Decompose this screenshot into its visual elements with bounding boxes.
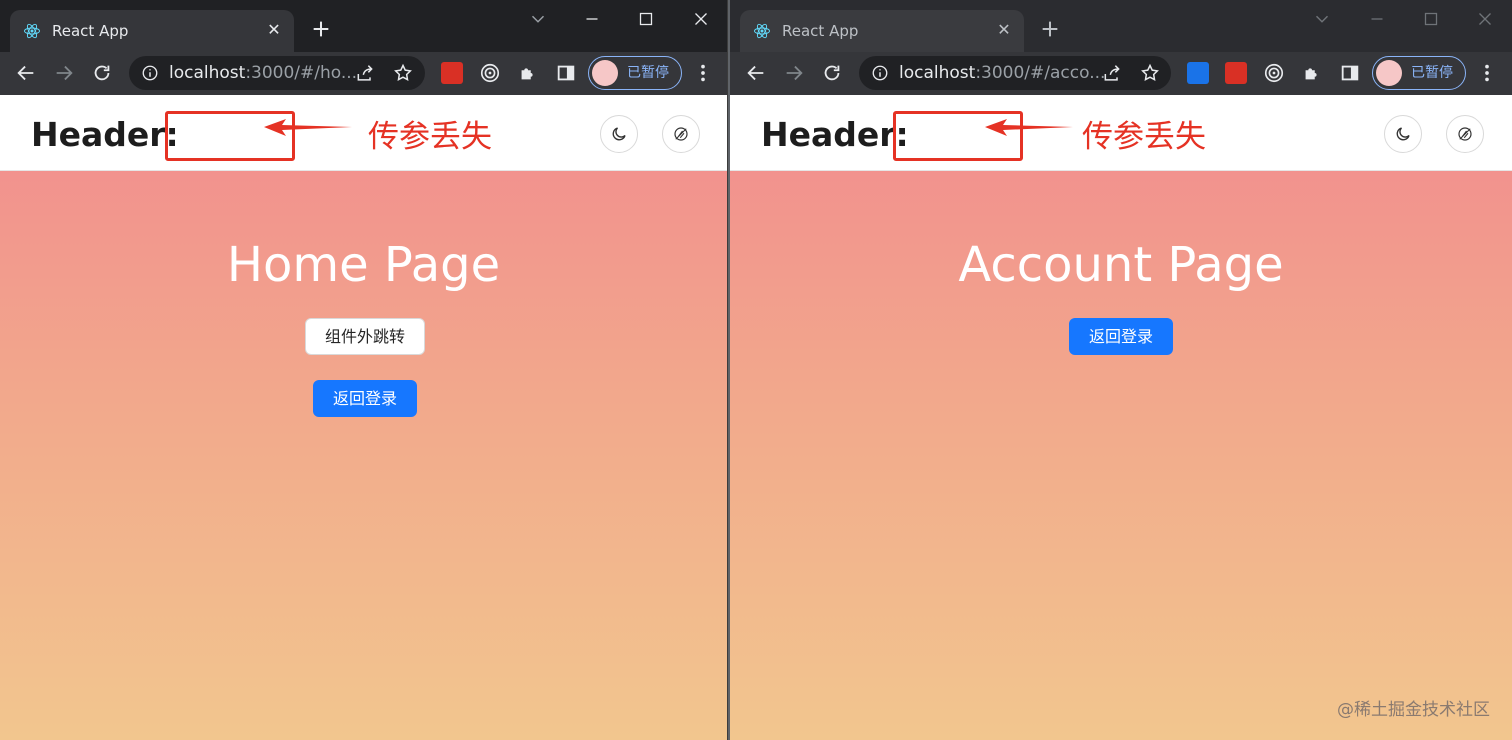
react-logo-icon bbox=[754, 23, 770, 39]
site-info-icon[interactable] bbox=[871, 64, 889, 82]
more-menu-icon[interactable] bbox=[1476, 62, 1498, 84]
annotation-arrow-icon bbox=[985, 119, 1073, 136]
back-to-login-button[interactable]: 返回登录 bbox=[1069, 318, 1173, 355]
site-info-icon[interactable] bbox=[141, 64, 159, 82]
browser-toolbar: localhost:3000/#/acco... 已暂停 bbox=[730, 52, 1512, 95]
theme-toggle[interactable] bbox=[1446, 115, 1484, 153]
tab-react-app[interactable]: React App ✕ bbox=[740, 10, 1024, 52]
extension-blue-s-icon[interactable] bbox=[1187, 62, 1209, 84]
maximize-icon[interactable] bbox=[635, 8, 657, 30]
bookmark-star-icon[interactable] bbox=[1140, 63, 1160, 83]
profile-status-label: 已暂停 bbox=[1411, 65, 1453, 81]
tab-search-chevron-icon[interactable] bbox=[527, 8, 549, 30]
more-menu-icon[interactable] bbox=[692, 62, 714, 84]
tab-title: React App bbox=[782, 22, 859, 40]
avatar bbox=[592, 60, 618, 86]
reload-icon[interactable] bbox=[91, 62, 113, 84]
extensions-puzzle-icon[interactable] bbox=[1301, 62, 1323, 84]
avatar bbox=[1376, 60, 1402, 86]
tab-strip: React App ✕ bbox=[730, 0, 1512, 52]
extension-target-icon[interactable] bbox=[1263, 62, 1285, 84]
url-text: localhost:3000/#/acco... bbox=[899, 63, 1106, 83]
share-icon[interactable] bbox=[1102, 64, 1122, 84]
page-title: Account Page bbox=[958, 237, 1284, 293]
tab-search-chevron-icon[interactable] bbox=[1311, 8, 1333, 30]
back-arrow-icon[interactable] bbox=[745, 62, 767, 84]
new-tab-plus-icon[interactable] bbox=[1039, 18, 1061, 40]
header-label: Header: bbox=[31, 115, 179, 154]
profile-status-label: 已暂停 bbox=[627, 65, 669, 81]
maximize-icon[interactable] bbox=[1420, 8, 1442, 30]
extensions-puzzle-icon[interactable] bbox=[517, 62, 539, 84]
browser-toolbar: localhost:3000/#/ho... 已暂停 bbox=[0, 52, 727, 95]
share-icon[interactable] bbox=[355, 64, 375, 84]
annotation-text: 传参丢失 bbox=[1082, 119, 1206, 155]
annotation-text: 传参丢失 bbox=[368, 119, 492, 155]
bookmark-star-icon[interactable] bbox=[393, 63, 413, 83]
close-window-icon[interactable] bbox=[690, 8, 712, 30]
url-text: localhost:3000/#/ho... bbox=[169, 63, 358, 83]
profile-button[interactable]: 已暂停 bbox=[1372, 56, 1466, 90]
dark-mode-toggle[interactable] bbox=[1384, 115, 1422, 153]
moon-icon bbox=[612, 127, 626, 141]
extension-red-icon[interactable] bbox=[1225, 62, 1247, 84]
page-viewport: Header: 传参丢失 Home Page 组件外跳转 返回登录 bbox=[0, 95, 727, 740]
close-window-icon[interactable] bbox=[1474, 8, 1496, 30]
watermark: @稀土掘金技术社区 bbox=[1337, 700, 1490, 720]
dark-mode-toggle[interactable] bbox=[600, 115, 638, 153]
forward-arrow-icon[interactable] bbox=[53, 62, 75, 84]
browser-window-account: React App ✕ localhost:3000/#/acco... 已暂停… bbox=[730, 0, 1512, 740]
annotation-arrow-icon bbox=[264, 119, 352, 136]
back-to-login-button[interactable]: 返回登录 bbox=[313, 380, 417, 417]
reload-icon[interactable] bbox=[821, 62, 843, 84]
no-color-icon bbox=[674, 127, 688, 141]
header-label: Header: bbox=[761, 115, 909, 154]
moon-icon bbox=[1396, 127, 1410, 141]
app-header: Header: 传参丢失 bbox=[0, 95, 727, 171]
extension-red-icon[interactable] bbox=[441, 62, 463, 84]
tab-close-icon[interactable]: ✕ bbox=[264, 20, 284, 40]
minimize-icon[interactable] bbox=[581, 8, 603, 30]
side-panel-icon[interactable] bbox=[555, 62, 577, 84]
address-bar[interactable]: localhost:3000/#/acco... bbox=[859, 56, 1171, 90]
app-header: Header: 传参丢失 bbox=[730, 95, 1512, 171]
forward-arrow-icon[interactable] bbox=[783, 62, 805, 84]
tab-strip: React App ✕ bbox=[0, 0, 727, 52]
react-logo-icon bbox=[24, 23, 40, 39]
new-tab-plus-icon[interactable] bbox=[310, 18, 332, 40]
profile-button[interactable]: 已暂停 bbox=[588, 56, 682, 90]
address-bar[interactable]: localhost:3000/#/ho... bbox=[129, 56, 425, 90]
no-color-icon bbox=[1458, 127, 1472, 141]
browser-window-home: React App ✕ localhost:3000/#/ho... 已暂停 H… bbox=[0, 0, 728, 740]
tab-react-app[interactable]: React App ✕ bbox=[10, 10, 294, 52]
minimize-icon[interactable] bbox=[1366, 8, 1388, 30]
back-arrow-icon[interactable] bbox=[15, 62, 37, 84]
theme-toggle[interactable] bbox=[662, 115, 700, 153]
page-title: Home Page bbox=[226, 237, 501, 293]
side-panel-icon[interactable] bbox=[1339, 62, 1361, 84]
page-viewport: Header: 传参丢失 Account Page 返回登录 bbox=[730, 95, 1512, 740]
tab-title: React App bbox=[52, 22, 129, 40]
outside-navigate-button[interactable]: 组件外跳转 bbox=[305, 318, 425, 355]
tab-close-icon[interactable]: ✕ bbox=[994, 20, 1014, 40]
extension-target-icon[interactable] bbox=[479, 62, 501, 84]
